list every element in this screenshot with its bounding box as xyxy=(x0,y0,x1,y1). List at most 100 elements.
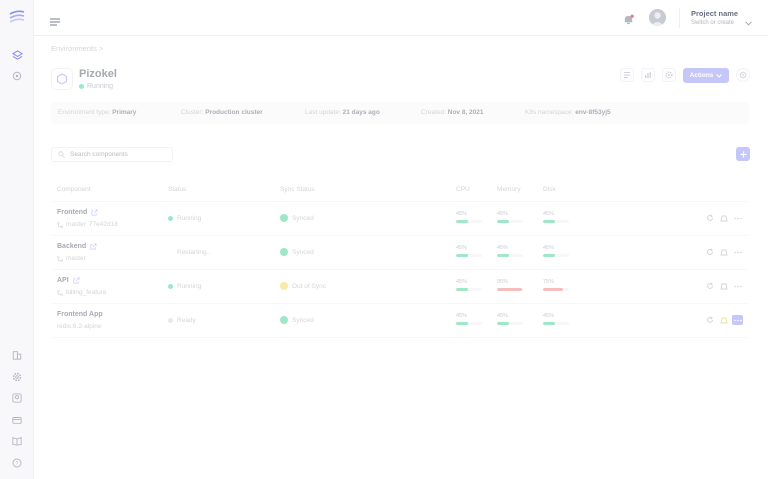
external-link-icon[interactable] xyxy=(91,209,98,216)
sync-warning-icon xyxy=(280,282,288,290)
column-sync-status[interactable]: Sync Status xyxy=(280,186,315,193)
deploy-icon[interactable] xyxy=(719,315,729,325)
search-input[interactable] xyxy=(70,151,165,158)
column-status[interactable]: Status xyxy=(168,186,186,193)
breadcrumb-environments-link[interactable]: Environments xyxy=(51,44,97,53)
table-row[interactable]: API billing_feature Running Out of Sync … xyxy=(51,270,749,304)
component-status: Ready xyxy=(168,317,196,324)
add-component-button[interactable] xyxy=(736,147,750,161)
column-component[interactable]: Component xyxy=(57,186,91,193)
info-cluster-value: Production cluster xyxy=(205,109,263,116)
info-ns-label: K8s namespace: xyxy=(525,109,574,116)
column-disk[interactable]: Disk xyxy=(543,186,556,193)
component-branch: billing_feature xyxy=(57,289,106,296)
sidebar-item-gear-icon[interactable] xyxy=(9,369,25,385)
info-type-label: Environment type: xyxy=(58,109,111,116)
environment-logo xyxy=(51,68,73,90)
table-row[interactable]: Frontend App redis:6.2-alpine Ready Sync… xyxy=(51,304,749,338)
info-last-update: Last update: 21 days ago xyxy=(305,109,380,116)
component-name[interactable]: API xyxy=(57,277,80,284)
external-link-icon[interactable] xyxy=(73,277,80,284)
more-icon[interactable] xyxy=(733,213,743,223)
disk-metric: 45% xyxy=(543,313,569,325)
deploy-icon[interactable] xyxy=(719,247,729,257)
status-spinner xyxy=(168,250,173,255)
component-status: Running xyxy=(168,215,201,222)
deploy-icon[interactable] xyxy=(719,213,729,223)
sidebar-item-settings-icon[interactable] xyxy=(9,68,25,84)
sidebar-item-buildings-icon[interactable] xyxy=(9,347,25,363)
list-icon xyxy=(624,72,630,78)
restart-icon[interactable] xyxy=(705,315,715,325)
status-dot xyxy=(168,216,173,221)
column-cpu[interactable]: CPU xyxy=(456,186,470,193)
info-namespace: K8s namespace: env-8f53yj5 xyxy=(525,109,611,116)
sync-check-icon xyxy=(280,214,288,222)
restart-icon[interactable] xyxy=(705,213,715,223)
environment-info-bar: Environment type: Primary Cluster: Produ… xyxy=(51,102,749,124)
component-commit: 77e42d18 xyxy=(88,221,118,228)
disk-value: 45% xyxy=(543,313,555,319)
notification-bell-icon[interactable] xyxy=(623,12,634,30)
restart-icon[interactable] xyxy=(705,247,715,257)
table-row[interactable]: Backend master Restarting... Synced 45% … xyxy=(51,236,749,270)
disk-metric: 75% xyxy=(543,279,569,291)
disk-value: 45% xyxy=(543,245,555,251)
svg-text:?: ? xyxy=(16,461,19,467)
component-name[interactable]: Backend xyxy=(57,243,97,250)
cpu-value: 45% xyxy=(456,313,468,319)
menu-toggle-icon[interactable] xyxy=(50,13,60,31)
gear-icon xyxy=(665,71,673,79)
more-icon[interactable] xyxy=(733,247,743,257)
cpu-value: 45% xyxy=(456,211,468,217)
git-branch-icon xyxy=(57,255,63,262)
chevron-down-icon[interactable] xyxy=(745,13,752,31)
cpu-metric: 45% xyxy=(456,245,482,257)
memory-value: 45% xyxy=(497,313,509,319)
info-created-label: Created: xyxy=(421,109,446,116)
info-update-label: Last update: xyxy=(305,109,341,116)
component-status-label: Running xyxy=(177,283,202,290)
hexagon-icon xyxy=(56,73,68,85)
memory-metric: 45% xyxy=(497,211,523,223)
search-icon xyxy=(58,151,65,158)
settings-button[interactable] xyxy=(662,68,676,82)
top-bar: Project name Switch or create xyxy=(34,0,768,36)
cpu-metric: 45% xyxy=(456,211,482,223)
memory-metric: 45% xyxy=(497,313,523,325)
component-name[interactable]: Frontend App xyxy=(57,311,103,318)
column-memory[interactable]: Memory xyxy=(497,186,520,193)
external-link-icon[interactable] xyxy=(90,243,97,250)
deploy-icon[interactable] xyxy=(719,281,729,291)
more-icon[interactable] xyxy=(732,315,743,325)
plus-icon xyxy=(740,151,746,157)
sidebar-item-user-search-icon[interactable] xyxy=(9,390,25,406)
logs-button[interactable] xyxy=(620,68,634,82)
sidebar-item-card-icon[interactable] xyxy=(9,412,25,428)
status-dot xyxy=(168,284,173,289)
disk-metric: 45% xyxy=(543,245,569,257)
component-branch-label: master xyxy=(66,221,86,228)
avatar[interactable] xyxy=(649,9,666,26)
component-name[interactable]: Frontend xyxy=(57,209,98,216)
project-switcher[interactable]: Project name Switch or create xyxy=(691,9,738,26)
git-branch-icon xyxy=(57,289,63,296)
disk-value: 45% xyxy=(543,211,555,217)
info-update-value: 21 days ago xyxy=(342,109,380,116)
brand-logo-icon[interactable] xyxy=(9,9,25,25)
component-branch: master 77e42d18 xyxy=(57,221,118,228)
cpu-value: 45% xyxy=(456,245,468,251)
table-row[interactable]: Frontend master 77e42d18 Running Synced … xyxy=(51,202,749,236)
more-icon[interactable] xyxy=(733,281,743,291)
sidebar-item-book-icon[interactable] xyxy=(9,433,25,449)
disk-metric: 45% xyxy=(543,211,569,223)
actions-button[interactable]: Actions xyxy=(683,68,729,83)
sidebar-item-layers-icon[interactable] xyxy=(9,47,25,63)
refresh-button[interactable] xyxy=(736,68,750,82)
component-status-label: Ready xyxy=(177,317,196,324)
metrics-button[interactable] xyxy=(641,68,655,82)
app-window: ? Project name Switch or create Environm… xyxy=(0,0,768,479)
restart-icon[interactable] xyxy=(705,281,715,291)
sidebar-item-help-icon[interactable]: ? xyxy=(9,455,25,471)
component-image-label: redis:6.2-alpine xyxy=(57,323,102,330)
